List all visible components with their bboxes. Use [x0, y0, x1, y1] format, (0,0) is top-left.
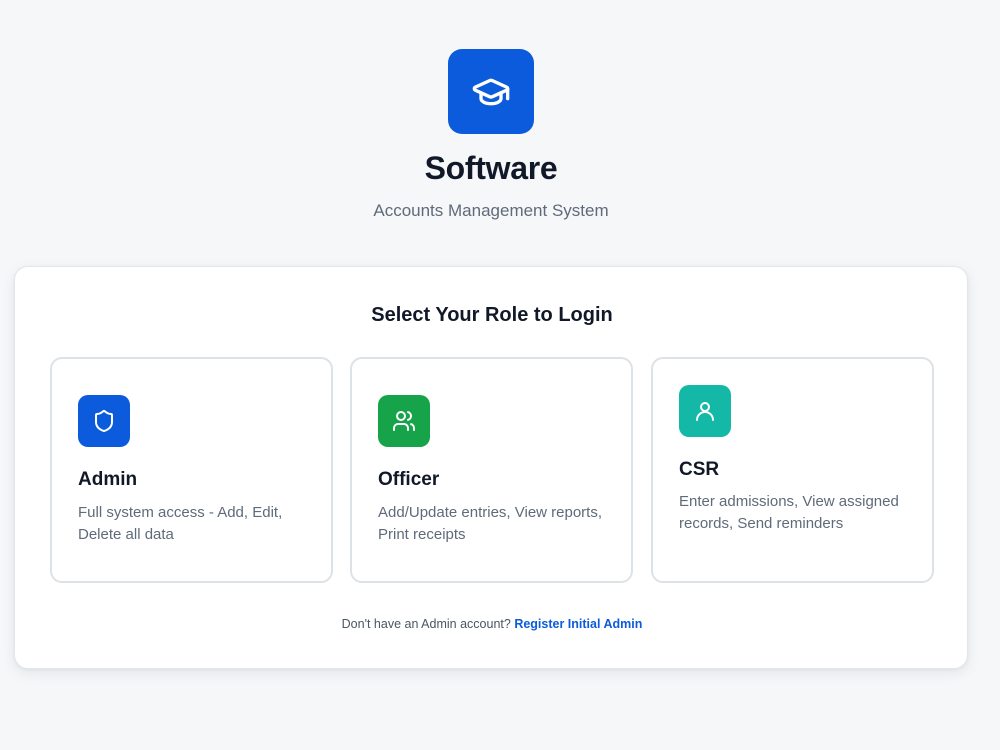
role-selection-card: Select Your Role to Login Admin Full sys…: [14, 266, 968, 669]
role-card-officer[interactable]: Officer Add/Update entries, View reports…: [350, 357, 633, 583]
role-icon-csr: [679, 385, 731, 437]
role-description: Add/Update entries, View reports, Print …: [378, 504, 603, 543]
users-icon: [393, 411, 415, 431]
card-title: Select Your Role to Login: [371, 304, 613, 326]
login-page: Software Accounts Management System Sele…: [0, 0, 1000, 750]
role-description: Enter admissions, View assigned records,…: [679, 493, 899, 532]
user-icon: [696, 402, 714, 421]
graduation-cap-icon: [472, 78, 510, 105]
role-icon-admin: [78, 395, 130, 447]
role-icon-officer: [378, 395, 430, 447]
shield-icon: [95, 410, 113, 433]
role-name: CSR: [679, 459, 720, 480]
register-initial-admin-link[interactable]: Register Initial Admin: [514, 617, 642, 631]
role-name: Officer: [378, 469, 440, 490]
footer-text: Don't have an Admin account?: [341, 617, 511, 631]
role-card-csr[interactable]: CSR Enter admissions, View assigned reco…: [651, 357, 934, 583]
app-subtitle: Accounts Management System: [373, 201, 609, 220]
role-card-admin[interactable]: Admin Full system access - Add, Edit, De…: [50, 357, 333, 583]
app-title: Software: [424, 150, 558, 186]
app-logo: [448, 49, 534, 134]
register-footer: Don't have an Admin account? Register In…: [15, 617, 969, 631]
role-name: Admin: [78, 469, 138, 490]
role-description: Full system access - Add, Edit, Delete a…: [78, 504, 283, 543]
